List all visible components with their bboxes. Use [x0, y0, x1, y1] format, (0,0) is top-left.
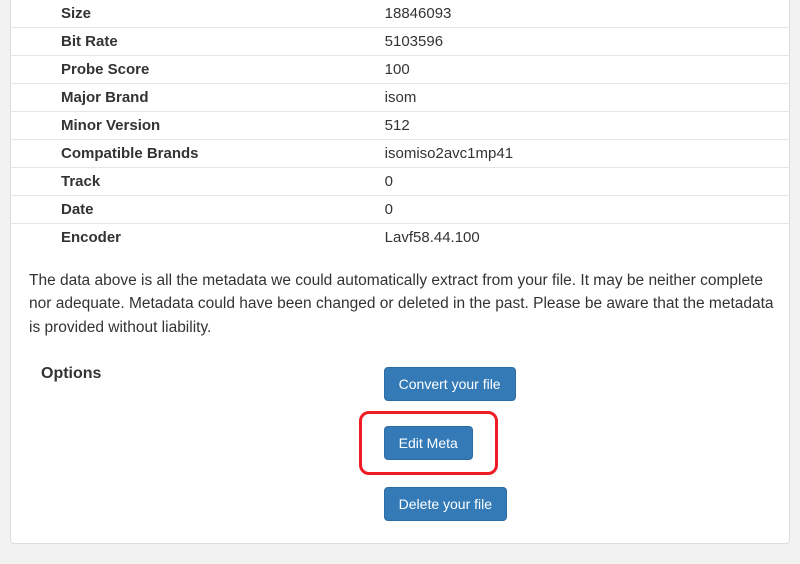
- metadata-label: Compatible Brands: [11, 140, 377, 168]
- metadata-label: Minor Version: [11, 112, 377, 140]
- convert-file-button[interactable]: Convert your file: [384, 367, 516, 401]
- metadata-disclaimer: The data above is all the metadata we co…: [29, 269, 779, 339]
- annotation-highlight: Edit Meta: [359, 411, 498, 475]
- table-row: Track 0: [11, 168, 789, 196]
- metadata-value: 5103596: [377, 28, 789, 56]
- metadata-value: Lavf58.44.100: [377, 224, 789, 252]
- table-row: Size 18846093: [11, 0, 789, 28]
- metadata-label: Encoder: [11, 224, 377, 252]
- metadata-value: isomiso2avc1mp41: [377, 140, 789, 168]
- table-row: Compatible Brands isomiso2avc1mp41: [11, 140, 789, 168]
- metadata-value: 18846093: [377, 0, 789, 28]
- edit-meta-button[interactable]: Edit Meta: [384, 426, 473, 460]
- metadata-value: 100: [377, 56, 789, 84]
- metadata-label: Major Brand: [11, 84, 377, 112]
- table-row: Bit Rate 5103596: [11, 28, 789, 56]
- table-row: Probe Score 100: [11, 56, 789, 84]
- table-row: Encoder Lavf58.44.100: [11, 224, 789, 252]
- table-row: Major Brand isom: [11, 84, 789, 112]
- metadata-value: 0: [377, 168, 789, 196]
- metadata-value: isom: [377, 84, 789, 112]
- metadata-label: Track: [11, 168, 377, 196]
- metadata-label: Probe Score: [11, 56, 377, 84]
- metadata-panel: Size 18846093 Bit Rate 5103596 Probe Sco…: [10, 0, 790, 544]
- table-row: Date 0: [11, 196, 789, 224]
- delete-file-button[interactable]: Delete your file: [384, 487, 507, 521]
- options-heading: Options: [11, 365, 377, 523]
- metadata-value: 0: [377, 196, 789, 224]
- metadata-table: Size 18846093 Bit Rate 5103596 Probe Sco…: [11, 0, 789, 251]
- options-row: Options Convert your file Edit Meta Dele…: [11, 365, 789, 523]
- table-row: Minor Version 512: [11, 112, 789, 140]
- options-buttons: Convert your file Edit Meta Delete your …: [377, 365, 516, 523]
- metadata-label: Date: [11, 196, 377, 224]
- metadata-value: 512: [377, 112, 789, 140]
- metadata-label: Bit Rate: [11, 28, 377, 56]
- metadata-label: Size: [11, 0, 377, 28]
